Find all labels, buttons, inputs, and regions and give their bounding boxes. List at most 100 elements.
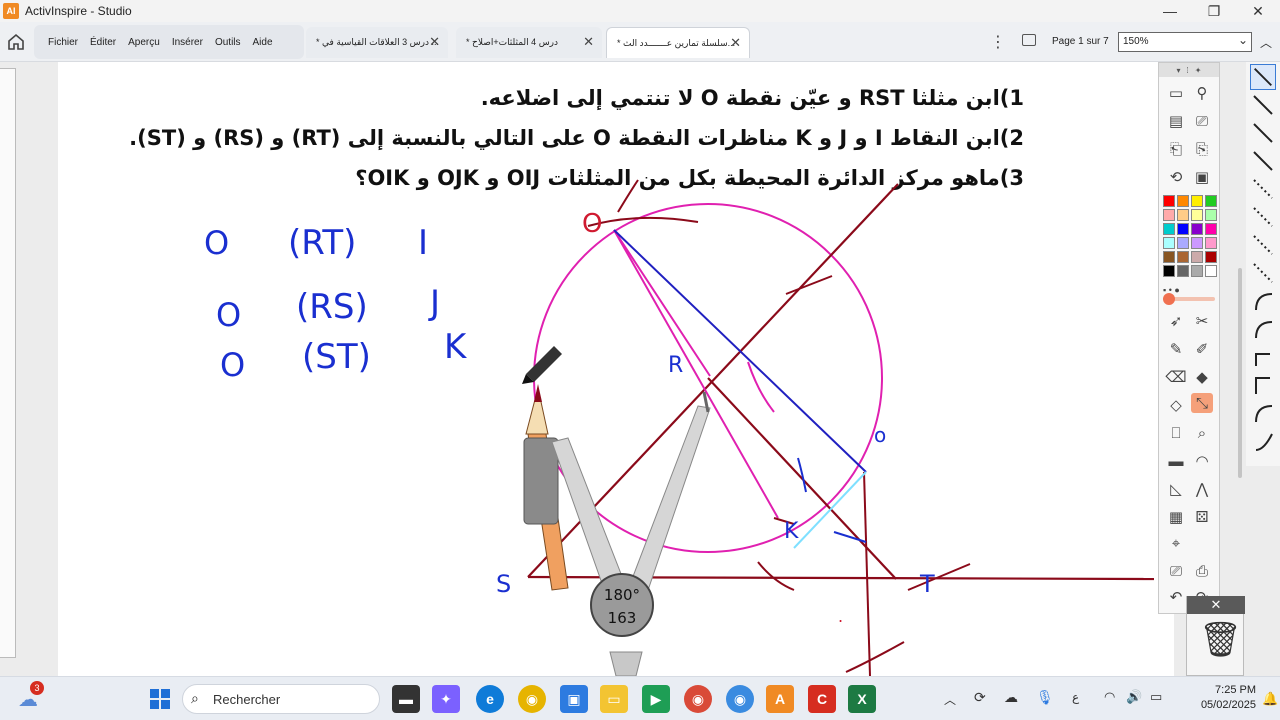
color-swatch[interactable] (1163, 237, 1175, 249)
line-arrow-end-icon[interactable] (1250, 120, 1276, 146)
clear-icon[interactable]: ⎚ (1165, 561, 1187, 581)
highlighter-icon[interactable]: ✐ (1191, 339, 1213, 359)
reset-icon[interactable]: ⎙ (1191, 561, 1213, 581)
prev-page-icon[interactable]: ⎗ (1165, 139, 1187, 159)
chevron-up-icon[interactable]: ︿ (1260, 34, 1272, 51)
close-icon[interactable]: ✕ (1187, 596, 1245, 614)
more-options-icon[interactable]: ⋮ (990, 32, 1006, 52)
toolbox-grip-icon[interactable]: ⁞ (1187, 66, 1189, 75)
color-swatch[interactable] (1177, 223, 1189, 235)
tab-close-icon[interactable]: ✕ (429, 34, 440, 50)
minimize-button[interactable]: — (1148, 0, 1192, 22)
dotted-arrow-end-icon[interactable] (1250, 232, 1276, 258)
toolbox-header[interactable]: ▾ ⁞ ✦ (1159, 63, 1219, 77)
shape-icon[interactable]: ◇ (1165, 395, 1187, 415)
color-swatch[interactable] (1205, 251, 1217, 263)
toolbox-pin-icon[interactable]: ✦ (1195, 66, 1202, 75)
set-square-icon[interactable]: ◺ (1165, 479, 1187, 499)
page-browser-icon[interactable] (1022, 34, 1036, 46)
activinspire-taskbar-icon[interactable]: A (766, 685, 794, 713)
menu-fichier[interactable]: Fichier (42, 37, 84, 48)
store-icon[interactable]: ▣ (560, 685, 588, 713)
main-menu-icon[interactable]: ▭ (1165, 83, 1187, 103)
elbow-arrow-icon[interactable] (1250, 372, 1276, 398)
color-swatch[interactable] (1163, 265, 1175, 277)
dotted-line-icon[interactable] (1250, 176, 1276, 202)
menu-outils[interactable]: Outils (209, 37, 247, 48)
color-swatch[interactable] (1205, 195, 1217, 207)
taskbar-search[interactable]: ⌕ Rechercher (182, 684, 380, 714)
color-swatch[interactable] (1177, 195, 1189, 207)
color-swatch[interactable] (1191, 209, 1203, 221)
start-icon[interactable] (146, 685, 174, 713)
page-library-icon[interactable]: ▣ (1191, 167, 1213, 187)
chrome-icon[interactable]: ◉ (518, 685, 546, 713)
compass-tool[interactable]: 180° 163 (523, 384, 711, 676)
zoom-icon[interactable]: ⌕ (1191, 423, 1213, 443)
next-page-icon[interactable]: ⎘ (1191, 139, 1213, 159)
toolbox-menu-icon[interactable]: ▾ (1177, 66, 1181, 75)
dotted-arrow-icon[interactable] (1250, 204, 1276, 230)
language-indicator[interactable]: ع (1072, 690, 1079, 704)
tools-icon[interactable]: ✂ (1191, 311, 1213, 331)
color-swatch[interactable] (1177, 209, 1189, 221)
trash-icon[interactable]: 🗑 (1199, 620, 1242, 660)
user-icon[interactable]: ⚲ (1191, 83, 1213, 103)
dice-icon[interactable]: ⚄ (1191, 507, 1213, 527)
collapsed-side-panel[interactable] (0, 68, 16, 658)
chrome-profile-icon[interactable]: ◉ (684, 685, 712, 713)
color-swatch[interactable] (1191, 251, 1203, 263)
reset-page-icon[interactable]: ⟲ (1165, 167, 1187, 187)
protractor-icon[interactable]: ◠ (1191, 451, 1213, 471)
volume-icon[interactable]: 🔊 (1126, 689, 1142, 705)
zoom-select[interactable]: 150% ⌄ (1118, 32, 1252, 52)
flipchart-page[interactable]: 1)ابن مثلثا RST و عيّن نقطة O لا تنتمي إ… (58, 62, 1174, 676)
battery-icon[interactable]: ▭ (1150, 689, 1162, 705)
recorder-icon[interactable]: C (808, 685, 836, 713)
line-arrow-icon[interactable] (1250, 92, 1276, 118)
color-swatch[interactable] (1177, 251, 1189, 263)
connector-icon[interactable]: ⤡ (1191, 393, 1213, 413)
home-icon[interactable] (6, 32, 26, 52)
curve-end-icon[interactable] (1250, 428, 1276, 454)
copilot-icon[interactable]: ✦ (432, 685, 460, 713)
sync-icon[interactable]: ⟳ (974, 689, 986, 706)
select-arrow-icon[interactable]: ➶ (1165, 311, 1187, 331)
chrome-profile-2-icon[interactable]: ◉ (726, 685, 754, 713)
maximize-button[interactable]: ❐ (1192, 0, 1236, 22)
undo-icon[interactable]: ↶ (1165, 587, 1187, 607)
color-swatch[interactable] (1191, 265, 1203, 277)
tab-close-icon[interactable]: ✕ (583, 34, 594, 50)
color-swatch[interactable] (1163, 223, 1175, 235)
elbow-line-icon[interactable] (1250, 344, 1276, 370)
excel-icon[interactable]: X (848, 685, 876, 713)
document-tab-active[interactable]: * سلسلة تمارين عـــــــدد الث... ✕ (606, 27, 750, 58)
edge-icon[interactable]: e (476, 685, 504, 713)
spotlight-icon[interactable]: ⌖ (1165, 533, 1187, 553)
color-swatch[interactable] (1205, 237, 1217, 249)
ruler-icon[interactable]: ▬ (1165, 451, 1187, 471)
fill-icon[interactable]: ◆ (1191, 367, 1213, 387)
meet-icon[interactable]: ▶ (642, 685, 670, 713)
dotted-double-arrow-icon[interactable] (1250, 260, 1276, 286)
eraser-icon[interactable]: ⌫ (1165, 367, 1187, 387)
color-swatch[interactable] (1163, 195, 1175, 207)
file-explorer-icon[interactable]: ▭ (600, 685, 628, 713)
line-double-arrow-icon[interactable] (1250, 148, 1276, 174)
curve-arrow-icon[interactable] (1250, 316, 1276, 342)
document-tab[interactable]: * درس 3 العلاقات القياسية في ... ✕ (306, 27, 448, 58)
color-swatch[interactable] (1205, 265, 1217, 277)
pen-width-handle[interactable] (1163, 293, 1175, 305)
curve-double-icon[interactable] (1250, 400, 1276, 426)
close-button[interactable]: ✕ (1236, 0, 1280, 22)
tray-chevron-icon[interactable]: ︿ (944, 691, 956, 708)
color-swatch[interactable] (1191, 195, 1203, 207)
color-swatch[interactable] (1205, 223, 1217, 235)
microphone-icon[interactable]: 🎙 (1036, 689, 1054, 706)
wifi-icon[interactable]: ◠ (1104, 689, 1115, 705)
system-clock[interactable]: 7:25 PM 05/02/2025 (1201, 683, 1256, 713)
cloud-icon[interactable]: ☁ (1004, 689, 1018, 706)
color-swatch[interactable] (1177, 265, 1189, 277)
text-icon[interactable]: ⎕ (1165, 423, 1187, 443)
color-swatch[interactable] (1177, 237, 1189, 249)
